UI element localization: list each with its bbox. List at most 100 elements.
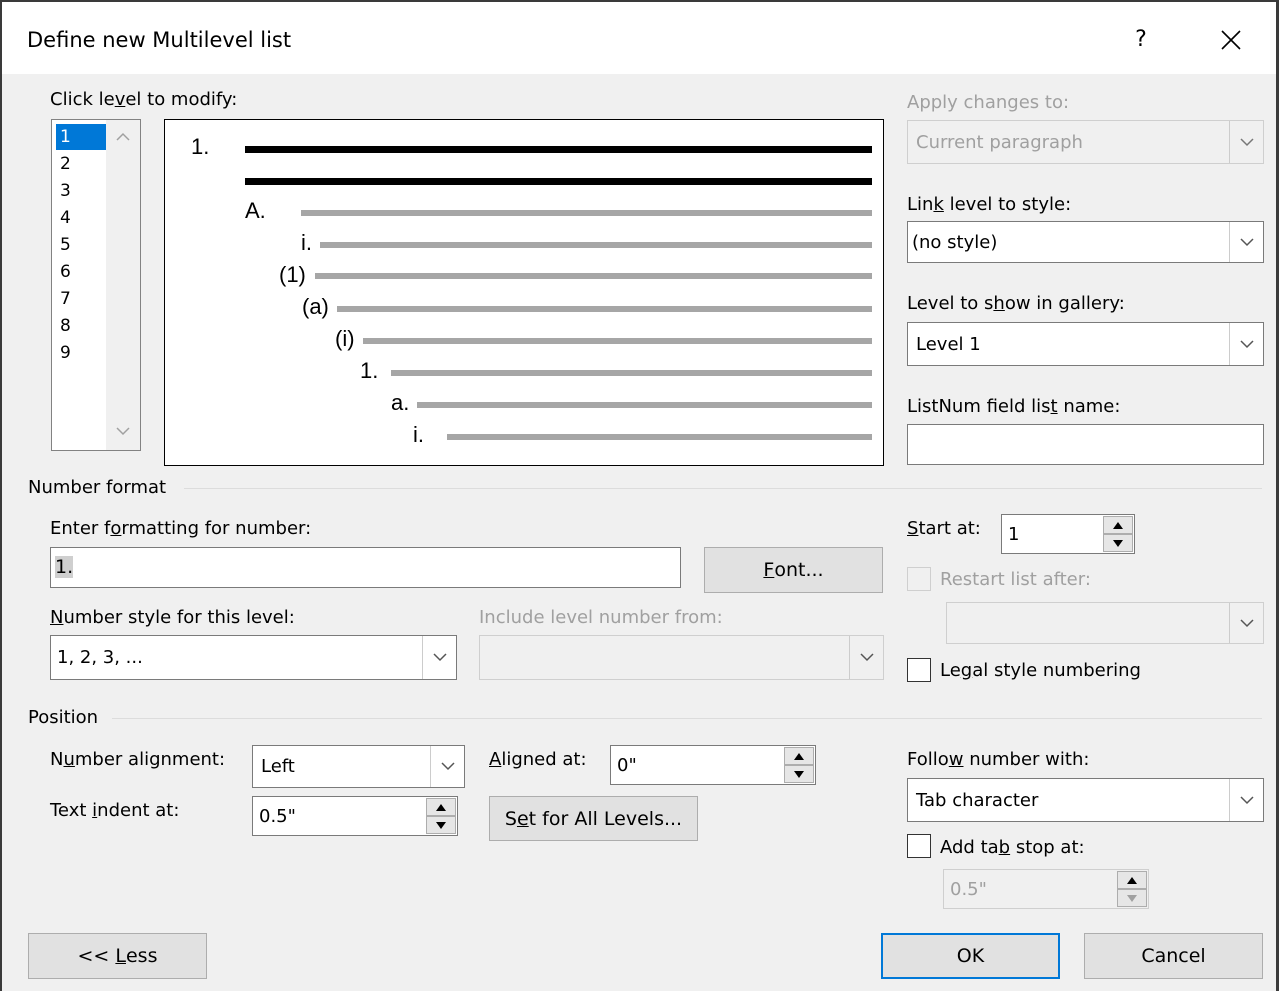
help-button[interactable]: ?	[1119, 18, 1163, 62]
chevron-down-icon[interactable]	[849, 636, 883, 679]
number-style-label: Number style for this level:	[50, 607, 295, 628]
apply-changes-dropdown[interactable]: Current paragraph	[907, 120, 1264, 164]
list-preview: 1. A. i. (1) (a) (i) 1. a. i.	[164, 119, 884, 466]
spin-up-icon[interactable]	[784, 747, 814, 765]
set-for-all-levels-button[interactable]: Set for All Levels...	[489, 796, 698, 841]
level-gallery-dropdown[interactable]: Level 1	[907, 322, 1264, 366]
spin-down-icon[interactable]	[426, 816, 456, 834]
spin-up-icon[interactable]	[1117, 871, 1147, 889]
text-indent-label: Text indent at:	[50, 800, 180, 821]
preview-number-level-9: i.	[413, 422, 424, 447]
include-level-label: Include level number from:	[479, 607, 723, 628]
dialog-title: Define new Multilevel list	[27, 28, 292, 52]
preview-number-level-2: A.	[245, 198, 266, 223]
restart-list-checkbox[interactable]	[907, 567, 931, 591]
restart-list-label: Restart list after:	[940, 569, 1091, 590]
levels-label: Click level to modify:	[50, 89, 238, 110]
close-icon	[1221, 30, 1241, 50]
level-item-7[interactable]: 7	[56, 286, 106, 312]
follow-number-label: Follow number with:	[907, 749, 1090, 770]
add-tab-stop-checkbox[interactable]	[907, 834, 931, 858]
level-item-2[interactable]: 2	[56, 151, 106, 177]
preview-line	[315, 273, 872, 279]
link-level-dropdown[interactable]: (no style)	[907, 221, 1264, 263]
ok-button[interactable]: OK	[881, 933, 1060, 979]
preview-number-level-6: (i)	[335, 326, 355, 351]
level-item-1[interactable]: 1	[56, 124, 106, 150]
legal-style-label: Legal style numbering	[940, 660, 1141, 681]
chevron-down-icon[interactable]	[1229, 222, 1263, 262]
chevron-down-icon[interactable]	[422, 636, 456, 679]
level-item-8[interactable]: 8	[56, 313, 106, 339]
aligned-at-value: 0"	[617, 754, 637, 776]
preview-line	[245, 146, 872, 153]
number-format-section-label: Number format	[28, 477, 167, 498]
legal-style-checkbox[interactable]	[907, 658, 931, 682]
chevron-down-icon[interactable]	[1229, 603, 1263, 643]
aligned-at-spinner[interactable]: 0"	[610, 745, 816, 785]
levels-scrollbar[interactable]	[106, 120, 140, 450]
text-indent-spinner[interactable]: 0.5"	[252, 796, 458, 836]
tab-stop-spinner[interactable]: 0.5"	[943, 869, 1149, 909]
chevron-up-icon[interactable]	[116, 132, 130, 142]
preview-number-level-4: (1)	[279, 262, 306, 287]
chevron-down-icon[interactable]	[116, 426, 130, 436]
preview-line	[391, 370, 872, 376]
preview-number-level-1: 1.	[191, 134, 210, 159]
chevron-down-icon[interactable]	[1229, 121, 1263, 163]
spin-down-icon[interactable]	[1103, 534, 1133, 552]
preview-line	[245, 178, 872, 185]
preview-number-level-5: (a)	[302, 294, 329, 319]
number-format-input[interactable]: 1.	[50, 547, 681, 588]
less-button[interactable]: << Less	[28, 933, 207, 979]
section-divider	[112, 718, 1262, 719]
level-item-6[interactable]: 6	[56, 259, 106, 285]
listnum-input[interactable]	[907, 424, 1264, 465]
preview-line	[320, 242, 872, 248]
cancel-button[interactable]: Cancel	[1084, 933, 1263, 979]
preview-line	[301, 210, 872, 216]
start-at-label: Start at:	[907, 518, 981, 539]
apply-changes-label: Apply changes to:	[907, 92, 1070, 113]
font-button[interactable]: Font...	[704, 547, 883, 593]
number-style-dropdown[interactable]: 1, 2, 3, ...	[50, 635, 457, 680]
number-alignment-dropdown[interactable]: Left	[252, 745, 465, 788]
spin-down-icon[interactable]	[784, 765, 814, 783]
position-section-label: Position	[28, 707, 99, 728]
restart-list-dropdown[interactable]	[946, 602, 1264, 644]
link-level-label: Link level to style:	[907, 194, 1072, 215]
level-item-9[interactable]: 9	[56, 340, 106, 366]
number-alignment-label: Number alignment:	[50, 749, 226, 770]
enter-formatting-label: Enter formatting for number:	[50, 518, 312, 539]
start-at-spinner[interactable]: 1	[1001, 514, 1135, 554]
number-alignment-value: Left	[261, 756, 295, 777]
define-multilevel-list-dialog: Define new Multilevel list ? Click level…	[0, 0, 1279, 991]
preview-number-level-3: i.	[301, 230, 312, 255]
preview-number-level-8: a.	[391, 390, 410, 415]
section-divider	[184, 488, 1262, 489]
level-gallery-label: Level to show in gallery:	[907, 293, 1125, 314]
spin-up-icon[interactable]	[1103, 516, 1133, 534]
number-style-value: 1, 2, 3, ...	[57, 647, 143, 668]
preview-line	[363, 338, 872, 344]
preview-line	[447, 434, 872, 440]
chevron-down-icon[interactable]	[1229, 323, 1263, 365]
spin-down-icon[interactable]	[1117, 889, 1147, 907]
level-item-4[interactable]: 4	[56, 205, 106, 231]
level-item-3[interactable]: 3	[56, 178, 106, 204]
preview-number-level-7: 1.	[360, 358, 379, 383]
spin-up-icon[interactable]	[426, 798, 456, 816]
follow-number-dropdown[interactable]: Tab character	[907, 778, 1264, 822]
level-gallery-value: Level 1	[916, 333, 981, 355]
include-level-dropdown[interactable]	[479, 635, 884, 680]
tab-stop-value: 0.5"	[950, 878, 987, 900]
level-item-5[interactable]: 5	[56, 232, 106, 258]
levels-listbox[interactable]: 1 2 3 4 5 6 7 8 9	[51, 119, 141, 451]
title-bar: Define new Multilevel list ?	[2, 2, 1276, 74]
listnum-label: ListNum field list name:	[907, 396, 1121, 417]
chevron-down-icon[interactable]	[430, 746, 464, 787]
chevron-down-icon[interactable]	[1229, 779, 1263, 821]
close-button[interactable]	[1207, 18, 1255, 62]
text-indent-value: 0.5"	[259, 805, 296, 827]
number-format-value: 1.	[55, 556, 74, 578]
